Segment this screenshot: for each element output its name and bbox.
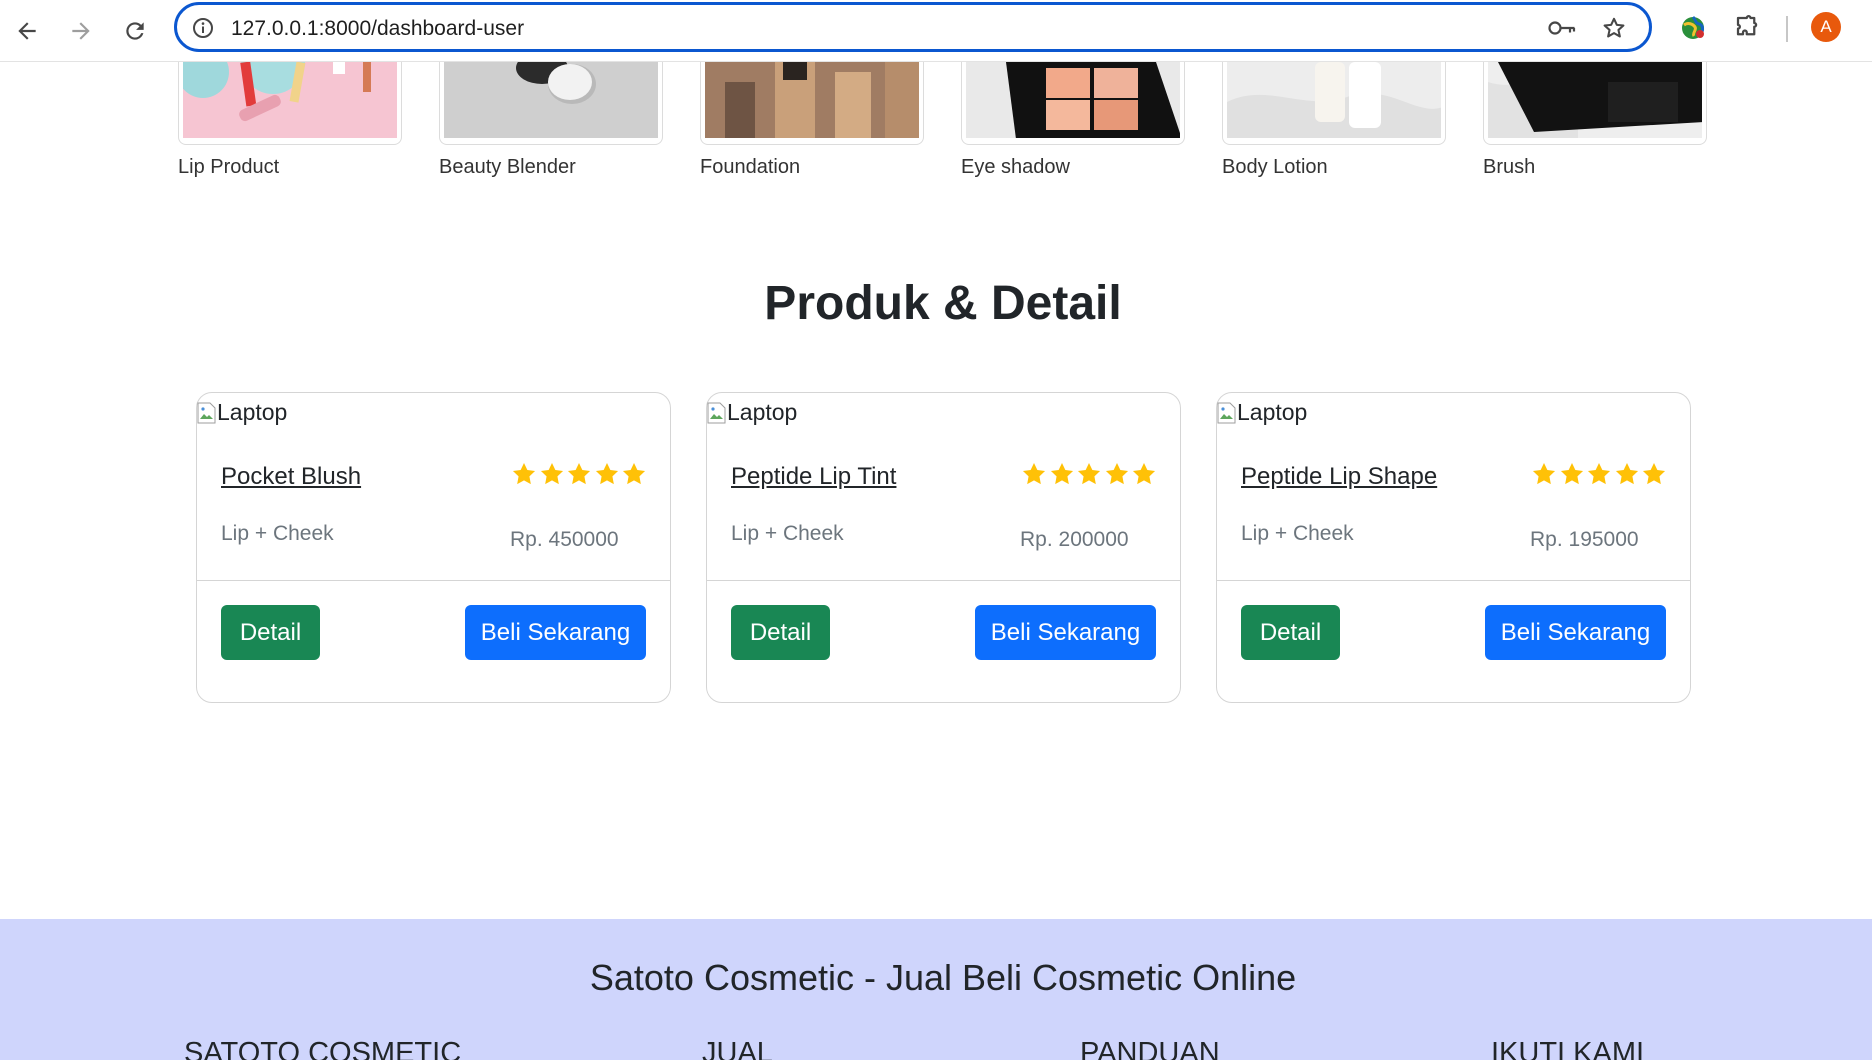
product-price: Rp. 450000 — [510, 528, 619, 551]
rating-stars — [511, 461, 649, 487]
product-price: Rp. 200000 — [1020, 528, 1129, 551]
product-image: Laptop — [197, 399, 287, 426]
star-icon — [622, 462, 646, 485]
star-icon — [567, 462, 591, 485]
star-icon — [1105, 462, 1128, 485]
star-icon — [1022, 462, 1046, 485]
forward-button[interactable] — [61, 11, 101, 51]
category-strip: Lip Product Beauty Blender Foundation Ey… — [0, 62, 1872, 192]
product-image-alt: Laptop — [1237, 399, 1308, 425]
product-image: Laptop — [707, 399, 797, 426]
broken-image-icon — [1217, 402, 1236, 423]
category-thumbnail[interactable] — [700, 62, 924, 145]
body-lotion-image — [1227, 62, 1441, 138]
category-label[interactable]: Foundation — [700, 156, 800, 179]
star-icon — [1132, 462, 1156, 485]
detail-button[interactable]: Detail — [221, 605, 320, 660]
broken-image-icon — [197, 402, 216, 423]
product-name-link[interactable]: Peptide Lip Shape — [1241, 463, 1437, 491]
product-name-link[interactable]: Peptide Lip Tint — [731, 463, 896, 491]
brush-image — [1488, 62, 1702, 138]
product-price: Rp. 195000 — [1530, 528, 1639, 551]
password-key-icon[interactable] — [1547, 16, 1577, 40]
extensions-puzzle-icon[interactable] — [1733, 13, 1763, 43]
product-category: Lip + Cheek — [221, 522, 334, 545]
category-thumbnail[interactable] — [178, 62, 402, 145]
star-icon — [512, 462, 536, 485]
footer-heading-satoto-cosmetic: SATOTO COSMETIC — [184, 1037, 462, 1060]
product-card: Laptop Peptide Lip Shape Lip + Cheek Rp.… — [1216, 392, 1691, 703]
address-bar[interactable]: 127.0.0.1:8000/dashboard-user — [174, 2, 1652, 52]
star-icon — [1587, 462, 1611, 485]
card-divider — [197, 580, 670, 581]
rating-stars — [1531, 461, 1669, 487]
footer-heading-panduan: PANDUAN — [1080, 1037, 1220, 1060]
category-label[interactable]: Beauty Blender — [439, 156, 576, 179]
info-icon[interactable] — [191, 16, 215, 40]
star-icon — [1642, 462, 1666, 485]
product-image: Laptop — [1217, 399, 1307, 426]
category-thumbnail[interactable] — [961, 62, 1185, 145]
star-icon — [1615, 462, 1638, 485]
category-label[interactable]: Eye shadow — [961, 156, 1070, 179]
beauty-blender-image — [444, 62, 658, 138]
bookmark-star-icon[interactable] — [1601, 15, 1627, 41]
category-label[interactable]: Body Lotion — [1222, 156, 1328, 179]
buy-now-button[interactable]: Beli Sekarang — [465, 605, 646, 660]
product-name-link[interactable]: Pocket Blush — [221, 463, 361, 491]
star-icon — [1077, 462, 1101, 485]
lip-product-image — [183, 62, 397, 138]
star-icon — [540, 462, 563, 485]
category-thumbnail[interactable] — [439, 62, 663, 145]
product-card: Laptop Peptide Lip Tint Lip + Cheek Rp. … — [706, 392, 1181, 703]
star-icon — [1560, 462, 1583, 485]
reload-icon — [126, 22, 144, 40]
star-icon — [595, 462, 618, 485]
product-category: Lip + Cheek — [731, 522, 844, 545]
site-footer: Satoto Cosmetic - Jual Beli Cosmetic Onl… — [0, 919, 1872, 1060]
arrow-left-icon — [18, 22, 36, 40]
browser-toolbar: 127.0.0.1:8000/dashboard-user A — [0, 0, 1872, 62]
category-label[interactable]: Lip Product — [178, 156, 279, 179]
product-category: Lip + Cheek — [1241, 522, 1354, 545]
star-icon — [1532, 462, 1556, 485]
footer-heading-jual: JUAL — [702, 1037, 773, 1060]
back-button[interactable] — [7, 11, 47, 51]
category-label[interactable]: Brush — [1483, 156, 1535, 179]
category-thumbnail[interactable] — [1222, 62, 1446, 145]
arrow-right-icon — [72, 22, 90, 40]
product-image-alt: Laptop — [217, 399, 288, 425]
broken-image-icon — [707, 402, 726, 423]
url-text[interactable]: 127.0.0.1:8000/dashboard-user — [231, 17, 524, 41]
detail-button[interactable]: Detail — [1241, 605, 1340, 660]
eye-shadow-image — [966, 62, 1180, 138]
globe-extension-icon[interactable] — [1678, 13, 1708, 43]
viewport: 127.0.0.1:8000/dashboard-user A Lip Prod… — [0, 0, 1872, 1060]
footer-title: Satoto Cosmetic - Jual Beli Cosmetic Onl… — [589, 957, 1297, 998]
detail-button[interactable]: Detail — [731, 605, 830, 660]
foundation-image — [705, 62, 919, 138]
section-title: Produk & Detail — [764, 277, 1122, 330]
card-divider — [707, 580, 1180, 581]
buy-now-button[interactable]: Beli Sekarang — [975, 605, 1156, 660]
toolbar-separator — [1786, 16, 1788, 42]
footer-heading-ikuti-kami: IKUTI KAMI — [1491, 1037, 1645, 1060]
reload-button[interactable] — [115, 11, 155, 51]
buy-now-button[interactable]: Beli Sekarang — [1485, 605, 1666, 660]
star-icon — [1050, 462, 1073, 485]
product-image-alt: Laptop — [727, 399, 798, 425]
rating-stars — [1021, 461, 1159, 487]
category-thumbnail[interactable] — [1483, 62, 1707, 145]
profile-avatar[interactable]: A — [1811, 12, 1841, 42]
card-divider — [1217, 580, 1690, 581]
product-card: Laptop Pocket Blush Lip + Cheek Rp. 4500… — [196, 392, 671, 703]
